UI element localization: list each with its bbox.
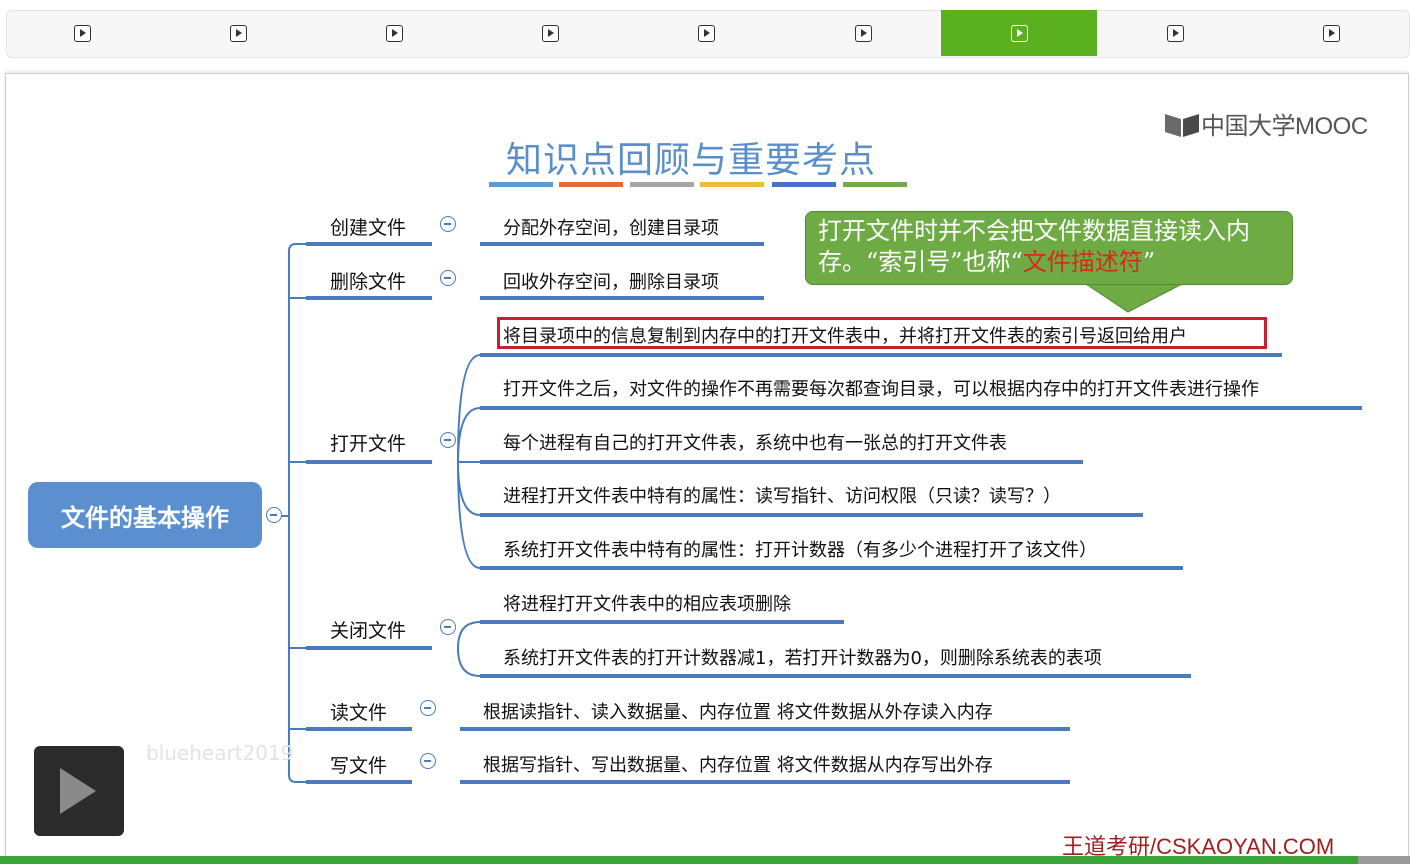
close-item: 将进程打开文件表中的相应表项删除 bbox=[503, 594, 791, 615]
mindmap-root-node[interactable]: 文件的基本操作 bbox=[28, 482, 262, 548]
play-button[interactable] bbox=[34, 746, 124, 836]
callout-bubble: 打开文件时并不会把文件数据直接读入内存。“索引号”也称“文件描述符” bbox=[805, 211, 1293, 285]
delete-item: 回收外存空间，删除目录项 bbox=[503, 272, 719, 293]
branch-open[interactable]: 打开文件 bbox=[330, 429, 406, 456]
progress-bar[interactable] bbox=[0, 856, 1410, 864]
callout-pointer bbox=[1084, 282, 1183, 313]
open-item: 系统打开文件表中特有的属性：打开计数器（有多少个进程打开了该文件） bbox=[503, 540, 1097, 561]
branch-delete[interactable]: 删除文件 bbox=[330, 267, 406, 294]
open-item: 打开文件之后，对文件的操作不再需要每次都查询目录，可以根据内存中的打开文件表进行… bbox=[503, 379, 1259, 400]
write-item: 根据写指针、写出数据量、内存位置 将文件数据从内存写出外存 bbox=[483, 755, 993, 776]
watermark: blueheart2019 bbox=[146, 741, 294, 765]
open-item: 每个进程有自己的打开文件表，系统中也有一张总的打开文件表 bbox=[503, 433, 1007, 454]
branch-write[interactable]: 写文件 bbox=[330, 751, 387, 778]
branch-create[interactable]: 创建文件 bbox=[330, 213, 406, 240]
callout-text-end: ” bbox=[1142, 248, 1156, 276]
open-item: 进程打开文件表中特有的属性：读写指针、访问权限（只读？读写？） bbox=[503, 486, 1061, 507]
close-item: 系统打开文件表的打开计数器减1，若打开计数器为0，则删除系统表的表项 bbox=[503, 648, 1102, 669]
branch-read[interactable]: 读文件 bbox=[330, 698, 387, 725]
read-item: 根据读指针、读入数据量、内存位置 将文件数据从外存读入内存 bbox=[483, 702, 993, 723]
callout-highlight: 文件描述符 bbox=[1022, 248, 1143, 276]
collapse-icon[interactable] bbox=[440, 432, 456, 448]
collapse-icon[interactable] bbox=[420, 753, 436, 769]
progress-remaining bbox=[1358, 856, 1410, 864]
branch-close[interactable]: 关闭文件 bbox=[330, 616, 406, 643]
collapse-icon[interactable] bbox=[266, 507, 282, 523]
collapse-icon[interactable] bbox=[440, 270, 456, 286]
collapse-icon[interactable] bbox=[420, 700, 436, 716]
collapse-icon[interactable] bbox=[440, 216, 456, 232]
collapse-icon[interactable] bbox=[440, 619, 456, 635]
create-item: 分配外存空间，创建目录项 bbox=[503, 218, 719, 239]
